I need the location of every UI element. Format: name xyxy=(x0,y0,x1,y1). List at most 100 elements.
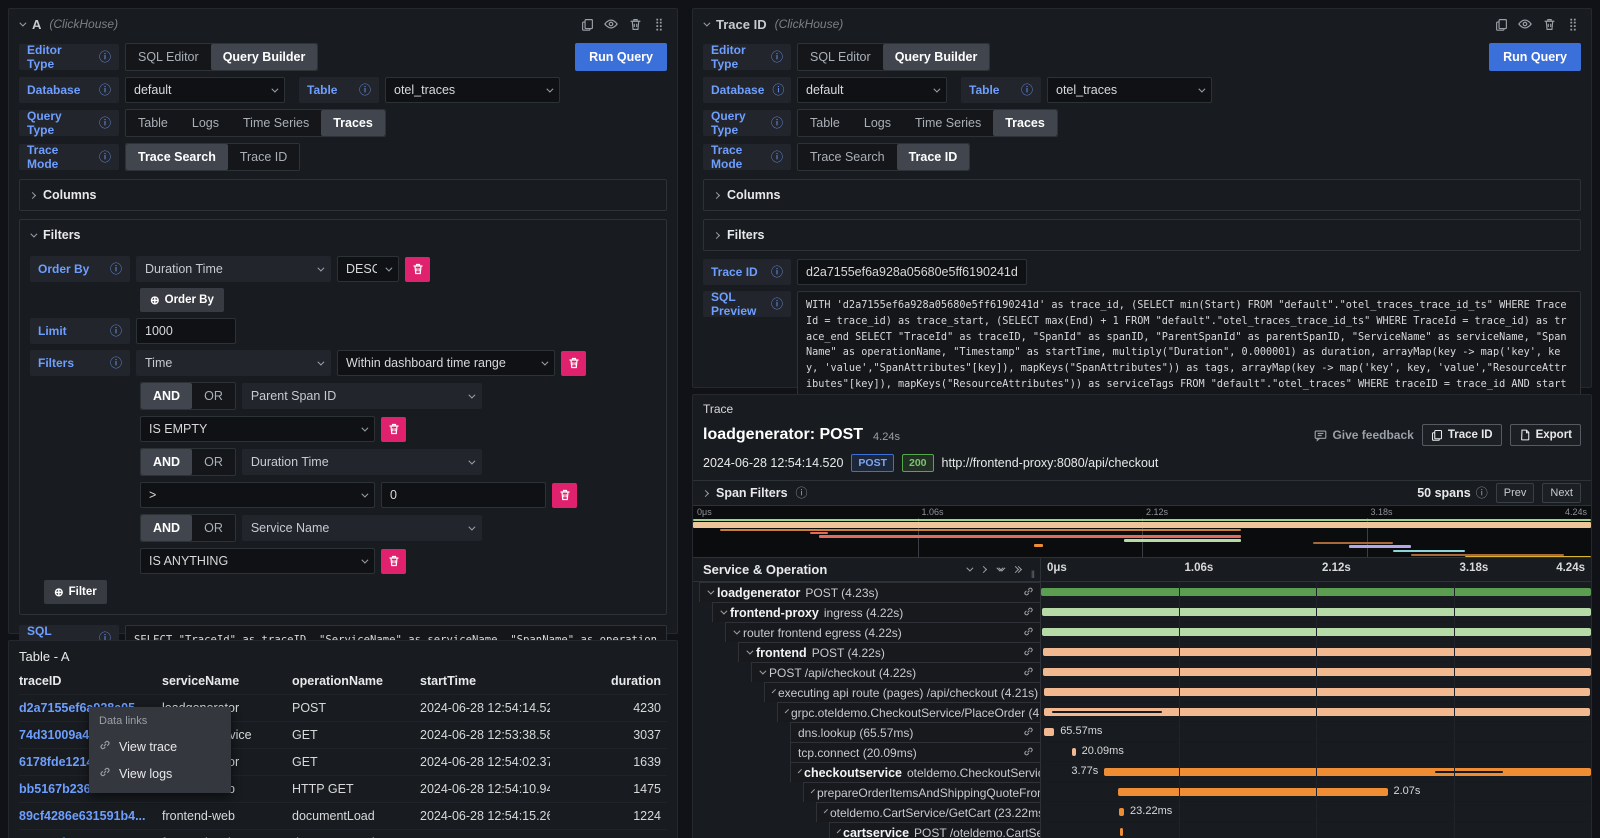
editor-type-toggle-option[interactable]: SQL Editor xyxy=(798,44,883,70)
span-link-icon[interactable] xyxy=(1023,746,1034,760)
condition-operator-select[interactable]: > xyxy=(140,482,375,508)
trace-mode-toggle-option[interactable]: Trace ID xyxy=(228,144,299,170)
span-duration-bar[interactable] xyxy=(1044,728,1054,736)
filters-section-header[interactable]: Filters xyxy=(704,220,1580,250)
bool-operator-toggle-option[interactable]: OR xyxy=(192,515,235,541)
condition-operator-select[interactable]: IS EMPTY xyxy=(140,416,375,442)
expand-all-icon[interactable] xyxy=(1013,567,1021,572)
export-button[interactable]: Export xyxy=(1510,424,1581,446)
columns-section-header[interactable]: Columns xyxy=(704,180,1580,210)
drag-handle-icon[interactable]: ⣿ xyxy=(651,16,667,32)
query-type-toggle-option[interactable]: Table xyxy=(126,110,180,136)
expand-one-icon[interactable] xyxy=(981,567,986,572)
span-name-box[interactable]: oteldemo.CartService/GetCart (23.22ms) xyxy=(816,802,1041,822)
eye-icon[interactable] xyxy=(603,16,619,32)
span-name-box[interactable]: executing api route (pages) /api/checkou… xyxy=(764,682,1041,702)
span-link-icon[interactable] xyxy=(1023,626,1034,640)
order-by-field-select[interactable]: Duration Time xyxy=(136,256,331,282)
panel-collapse-icon[interactable] xyxy=(703,19,710,26)
table-column-header[interactable]: traceID xyxy=(19,668,162,694)
bool-operator-toggle-option[interactable]: OR xyxy=(192,383,235,409)
query-type-toggle-option[interactable]: Time Series xyxy=(231,110,321,136)
bool-operator-toggle-option[interactable]: AND xyxy=(141,449,192,475)
span-filters-label[interactable]: Span Filters xyxy=(716,486,788,500)
filters-section-header[interactable]: Filters xyxy=(20,220,666,250)
span-row[interactable]: POST /api/checkout (4.22s) xyxy=(693,662,1591,682)
give-feedback-button[interactable]: Give feedback xyxy=(1314,428,1413,442)
panel-title[interactable]: Trace ID xyxy=(716,17,767,32)
query-type-toggle-option[interactable]: Time Series xyxy=(903,110,993,136)
query-type-toggle-option[interactable]: Logs xyxy=(852,110,903,136)
span-row[interactable]: tcp.connect (20.09ms)20.09ms xyxy=(693,742,1591,762)
remove-button[interactable] xyxy=(405,257,430,282)
collapse-one-icon[interactable] xyxy=(966,567,971,572)
data-link-item[interactable]: View trace xyxy=(89,733,231,760)
run-query-button[interactable]: Run Query xyxy=(575,43,667,71)
trace-minimap[interactable]: 0μs1.06s2.12s3.18s4.24s xyxy=(693,506,1591,558)
condition-field-select[interactable]: Duration Time xyxy=(242,449,482,475)
add-filter-button[interactable]: ⊕Filter xyxy=(44,580,107,604)
span-name-box[interactable]: POST /api/checkout (4.22s) xyxy=(751,662,1041,682)
table-select[interactable]: otel_traces xyxy=(385,77,560,103)
limit-input[interactable]: 1000 xyxy=(136,318,236,344)
query-type-toggle-option[interactable]: Traces xyxy=(321,110,385,136)
filter-value-select[interactable]: Within dashboard time range xyxy=(337,350,555,376)
span-name-box[interactable]: frontendPOST (4.22s) xyxy=(738,642,1041,662)
trace-id-link[interactable]: 3ce7ccfc91941886c... xyxy=(19,829,162,838)
panel-title[interactable]: A xyxy=(32,17,41,32)
database-select[interactable]: default xyxy=(125,77,285,103)
table-select[interactable]: otel_traces xyxy=(1047,77,1212,103)
trace-id-link[interactable]: 89cf4286e631591b4... xyxy=(19,802,162,829)
condition-operator-select[interactable]: IS ANYTHING xyxy=(140,548,375,574)
span-link-icon[interactable] xyxy=(1023,646,1034,660)
condition-field-select[interactable]: Parent Span ID xyxy=(242,383,482,409)
eye-icon[interactable] xyxy=(1517,16,1533,32)
collapse-all-icon[interactable] xyxy=(996,567,1003,572)
span-duration-bar[interactable] xyxy=(1118,788,1388,796)
span-row[interactable]: dns.lookup (65.57ms)65.57ms xyxy=(693,722,1591,742)
query-type-toggle-option[interactable]: Logs xyxy=(180,110,231,136)
table-column-header[interactable]: duration xyxy=(550,668,667,694)
span-row[interactable]: oteldemo.CartService/GetCart (23.22ms)23… xyxy=(693,802,1591,822)
span-row[interactable]: executing api route (pages) /api/checkou… xyxy=(693,682,1591,702)
table-column-header[interactable]: startTime xyxy=(420,668,550,694)
remove-button[interactable] xyxy=(381,549,406,574)
trash-icon[interactable] xyxy=(1541,16,1557,32)
bool-operator-toggle-option[interactable]: OR xyxy=(192,449,235,475)
drag-handle-icon[interactable]: ⣿ xyxy=(1565,16,1581,32)
trace-id-input[interactable]: d2a7155ef6a928a05680e5ff6190241d xyxy=(797,259,1027,285)
add-order-by-button[interactable]: ⊕Order By xyxy=(140,288,224,312)
bool-operator-toggle-option[interactable]: AND xyxy=(141,383,192,409)
prev-button[interactable]: Prev xyxy=(1496,483,1535,503)
trace-id-button[interactable]: Trace ID xyxy=(1422,424,1502,446)
span-duration-bar[interactable] xyxy=(1104,768,1591,776)
run-query-button[interactable]: Run Query xyxy=(1489,43,1581,71)
span-link-icon[interactable] xyxy=(1023,606,1034,620)
span-link-icon[interactable] xyxy=(1023,726,1034,740)
span-duration-bar[interactable] xyxy=(1044,708,1590,716)
table-column-header[interactable]: operationName xyxy=(292,668,420,694)
condition-field-select[interactable]: Service Name xyxy=(242,515,482,541)
database-select[interactable]: default xyxy=(797,77,947,103)
span-row[interactable]: frontendPOST (4.22s) xyxy=(693,642,1591,662)
span-row[interactable]: frontend-proxyingress (4.22s) xyxy=(693,602,1591,622)
table-column-header[interactable]: serviceName xyxy=(162,668,292,694)
column-resizer-handle[interactable]: ‖ xyxy=(1031,570,1034,581)
span-duration-bar[interactable] xyxy=(1072,748,1076,756)
span-link-icon[interactable] xyxy=(1023,666,1034,680)
query-type-toggle-option[interactable]: Table xyxy=(798,110,852,136)
condition-value-input[interactable]: 0 xyxy=(381,482,546,508)
span-name-box[interactable]: checkoutserviceoteldemo.CheckoutService/… xyxy=(790,762,1041,782)
query-type-toggle-option[interactable]: Traces xyxy=(993,110,1057,136)
columns-section-header[interactable]: Columns xyxy=(20,180,666,210)
span-name-box[interactable]: loadgeneratorPOST (4.23s) xyxy=(699,582,1041,602)
span-name-box[interactable]: grpc.oteldemo.CheckoutService/PlaceOrder… xyxy=(777,702,1041,722)
span-row[interactable]: checkoutserviceoteldemo.CheckoutService/… xyxy=(693,762,1591,782)
panel-collapse-icon[interactable] xyxy=(19,19,26,26)
filter-field-select[interactable]: Time xyxy=(136,350,331,376)
data-link-item[interactable]: View logs xyxy=(89,760,231,787)
remove-button[interactable] xyxy=(561,351,586,376)
trash-icon[interactable] xyxy=(627,16,643,32)
span-name-box[interactable]: frontend-proxyingress (4.22s) xyxy=(712,602,1041,622)
span-duration-bar[interactable] xyxy=(1119,808,1124,816)
